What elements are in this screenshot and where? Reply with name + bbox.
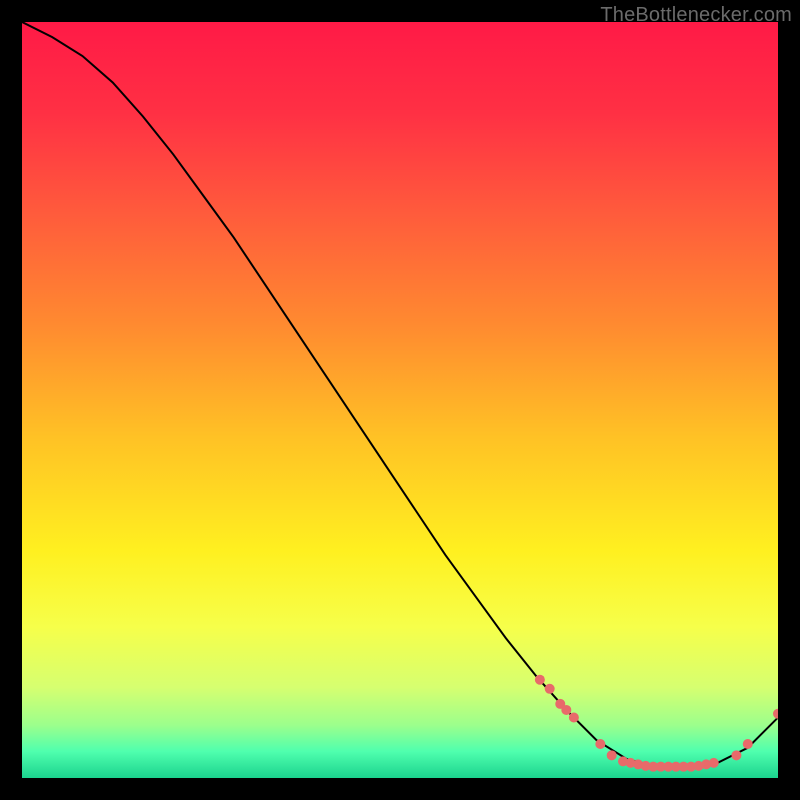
scatter-point <box>569 713 579 723</box>
chart-plot <box>22 22 778 778</box>
scatter-point <box>545 684 555 694</box>
watermark-text: TheBottlenecker.com <box>600 4 792 27</box>
chart-stage: TheBottlenecker.com <box>0 0 800 800</box>
scatter-point <box>709 758 719 768</box>
scatter-point <box>595 739 605 749</box>
chart-background <box>22 22 778 778</box>
scatter-point <box>731 750 741 760</box>
scatter-point <box>561 705 571 715</box>
scatter-point <box>607 750 617 760</box>
scatter-point <box>743 739 753 749</box>
scatter-point <box>535 675 545 685</box>
